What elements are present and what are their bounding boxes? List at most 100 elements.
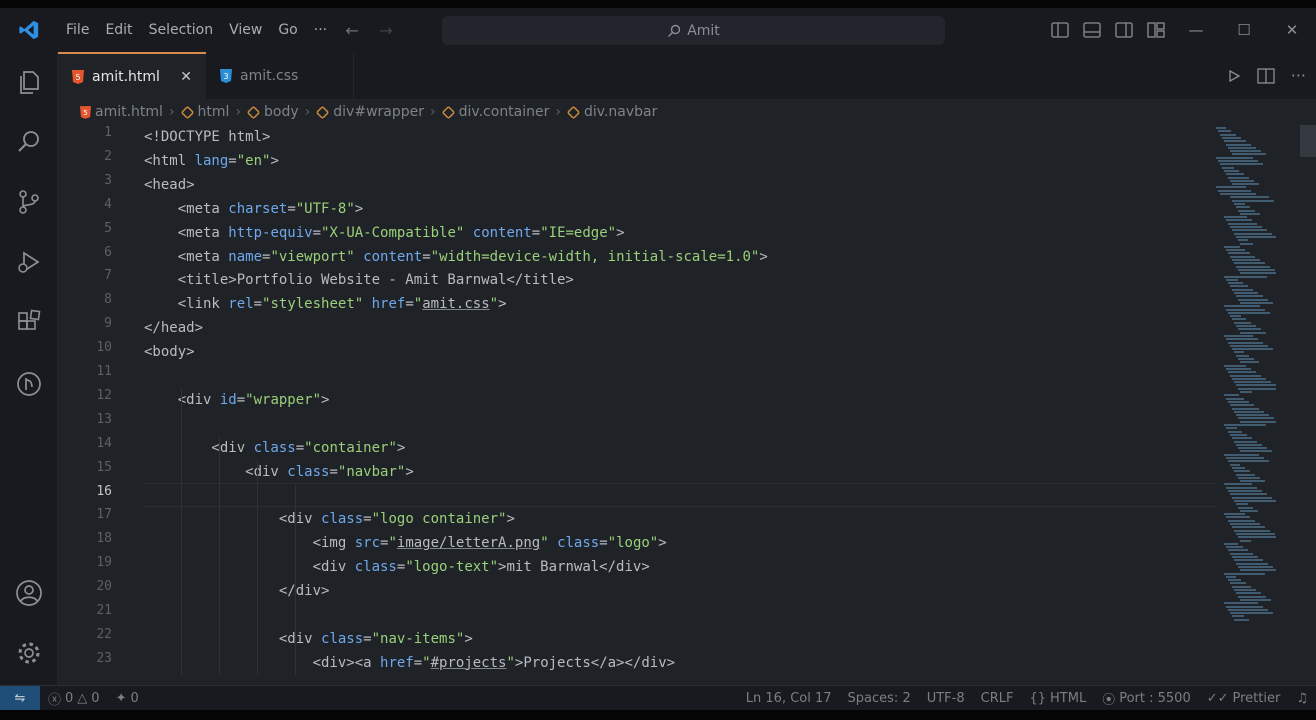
breadcrumb-container[interactable]: div.container (441, 104, 549, 120)
code-line[interactable]: <link rel="stylesheet" href="amit.css"> (144, 292, 507, 316)
code-editor[interactable]: 1 2 3 4 5 6 7 8 9 10 11 12 13 14 15 16 17 18 19 20 21 22 23 <!… (58, 125, 1316, 685)
remote-explorer-icon[interactable] (0, 360, 58, 408)
code-token: class (287, 463, 330, 480)
code-token: "width=device-width, initial-scale=1.0" (430, 248, 760, 265)
menu-go[interactable]: Go (270, 8, 305, 52)
accounts-icon[interactable] (0, 569, 58, 617)
line-number: 18 (96, 531, 112, 547)
remote-indicator-icon[interactable]: ⇋ (0, 685, 40, 711)
minimap-line (1216, 127, 1226, 129)
code-line[interactable]: <img src="image/letterA.png" class="logo… (144, 531, 667, 555)
code-line[interactable]: <html lang="en"> (144, 149, 279, 173)
vertical-scrollbar[interactable] (1300, 125, 1316, 685)
code-line[interactable]: </div> (144, 579, 330, 603)
end-of-line[interactable]: CRLF (973, 691, 1022, 706)
svg-text:5: 5 (75, 73, 80, 82)
code-line[interactable]: <div id="wrapper"> (144, 388, 330, 412)
minimap-line (1240, 242, 1253, 245)
manage-gear-icon[interactable] (0, 629, 58, 677)
menu-view[interactable]: View (221, 8, 270, 52)
code-line[interactable]: <meta http-equiv="X-UA-Compatible" conte… (144, 221, 625, 245)
ports-indicator[interactable]: ✦ 0 (108, 691, 147, 706)
problems-indicator[interactable]: ⓧ 0 △ 0 (40, 689, 108, 708)
code-line[interactable]: <div class="navbar"> (144, 460, 414, 484)
minimize-window-icon[interactable]: — (1172, 8, 1220, 52)
search-icon[interactable] (0, 118, 58, 166)
minimap-line (1232, 466, 1245, 469)
prettier-formatter[interactable]: ✓✓ Prettier (1199, 691, 1289, 706)
minimap-line (1238, 387, 1276, 390)
minimap-line (1224, 424, 1266, 426)
chevron-right-icon: › (235, 104, 242, 120)
extensions-icon[interactable] (0, 298, 58, 346)
language-mode[interactable]: {} HTML (1021, 691, 1094, 706)
menu-edit[interactable]: Edit (97, 8, 140, 52)
line-number: 9 (104, 316, 112, 332)
minimap-line (1240, 539, 1251, 542)
code-line[interactable]: <body> (144, 340, 195, 364)
code-line[interactable]: <meta charset="UTF-8"> (144, 197, 364, 221)
code-line[interactable]: <!DOCTYPE html> (144, 125, 270, 149)
tab-amit-html[interactable]: 5 amit.html ✕ (58, 52, 206, 99)
run-file-icon[interactable] (1227, 69, 1241, 83)
toggle-primary-sidebar-icon[interactable] (1044, 8, 1076, 52)
breadcrumb-navbar[interactable]: div.navbar (566, 104, 657, 120)
code-token: = (363, 511, 372, 528)
minimap-line (1238, 268, 1275, 271)
minimap[interactable] (1216, 125, 1280, 685)
breadcrumb-file[interactable]: 5 amit.html (80, 104, 163, 120)
indentation[interactable]: Spaces: 2 (840, 691, 919, 706)
code-line[interactable]: <meta name="viewport" content="width=dev… (144, 245, 768, 269)
title-bar: File Edit Selection View Go ··· ← → Amit… (0, 8, 1316, 52)
run-and-debug-icon[interactable] (0, 238, 58, 286)
code-token: <div (144, 439, 254, 456)
code-line[interactable]: <div class="logo container"> (144, 507, 515, 531)
menu-more[interactable]: ··· (306, 8, 335, 52)
code-line[interactable]: <head> (144, 173, 195, 197)
code-token: > (464, 630, 473, 647)
customize-layout-icon[interactable] (1140, 8, 1172, 52)
back-arrow-icon[interactable]: ← (335, 21, 369, 40)
minimap-line (1226, 367, 1251, 370)
minimap-line (1232, 526, 1265, 529)
close-tab-icon[interactable]: ✕ (180, 69, 192, 85)
code-area[interactable]: <!DOCTYPE html> <html lang="en"> <head> <m… (144, 125, 1264, 685)
code-token: = (422, 248, 431, 265)
minimap-line (1226, 605, 1263, 608)
code-line[interactable]: <div class="nav-items"> (144, 627, 473, 651)
forward-arrow-icon[interactable]: → (369, 21, 403, 40)
code-token: "logo" (607, 535, 659, 552)
tab-amit-css[interactable]: 3 amit.css (206, 52, 354, 99)
scrollbar-thumb[interactable] (1300, 125, 1316, 157)
minimap-line (1230, 612, 1273, 615)
split-editor-icon[interactable] (1257, 67, 1275, 84)
breadcrumb-body[interactable]: body (246, 104, 299, 120)
menu-file[interactable]: File (58, 8, 97, 52)
cursor-position[interactable]: Ln 16, Col 17 (738, 691, 840, 706)
command-center-search[interactable]: Amit (442, 16, 945, 45)
minimap-line (1220, 133, 1236, 136)
toggle-secondary-sidebar-icon[interactable] (1108, 8, 1140, 52)
menu-selection[interactable]: Selection (141, 8, 222, 52)
notifications-bell-icon[interactable]: ♫ (1288, 691, 1316, 706)
more-actions-icon[interactable]: ··· (1291, 66, 1306, 85)
breadcrumb-html[interactable]: html (180, 104, 229, 120)
code-token: rel (228, 296, 254, 313)
live-server-port[interactable]: ⦿ Port : 5500 (1094, 689, 1199, 708)
toggle-panel-icon[interactable] (1076, 8, 1108, 52)
code-line[interactable]: <div><a href="#projects">Projects</a></d… (144, 651, 676, 675)
breadcrumb-label: amit.html (95, 104, 163, 120)
minimap-line (1236, 473, 1255, 476)
code-line[interactable]: <div class="container"> (144, 436, 405, 460)
encoding[interactable]: UTF-8 (919, 691, 973, 706)
line-number: 10 (96, 340, 112, 356)
close-window-icon[interactable]: ✕ (1268, 8, 1316, 52)
code-line[interactable]: </head> (144, 316, 203, 340)
source-control-icon[interactable] (0, 178, 58, 226)
chevron-right-icon: › (555, 104, 561, 120)
code-line[interactable]: <title>Portfolio Website - Amit Barnwal<… (144, 268, 574, 292)
maximize-window-icon[interactable]: ☐ (1220, 8, 1268, 52)
explorer-icon[interactable] (0, 58, 58, 106)
line-number: 13 (96, 411, 112, 427)
breadcrumb-wrapper[interactable]: div#wrapper (315, 104, 424, 120)
